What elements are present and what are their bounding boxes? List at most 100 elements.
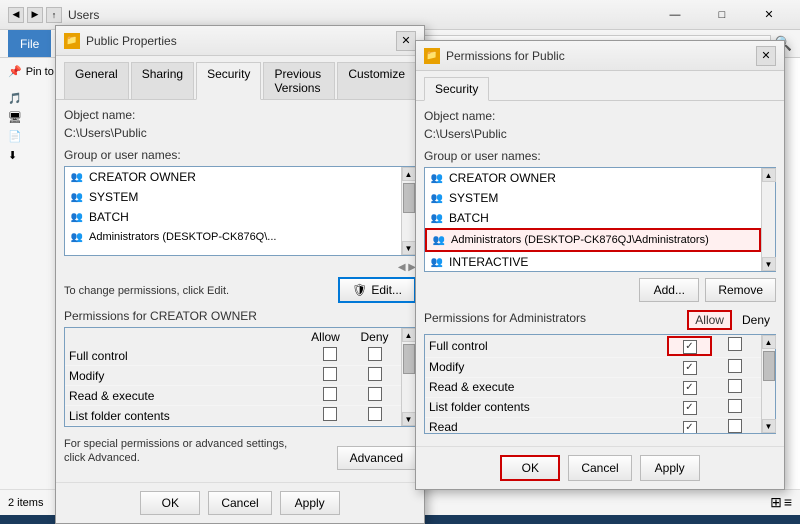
props-cancel-button[interactable]: Cancel: [208, 491, 271, 515]
props-user-item-0[interactable]: 👥 CREATOR OWNER: [65, 167, 401, 187]
tab-general[interactable]: General: [64, 62, 129, 99]
perm-for-admin-label: Permissions for Administrators: [424, 311, 687, 325]
listfolder-deny-check[interactable]: [368, 407, 382, 421]
readexec-allow-check[interactable]: [323, 387, 337, 401]
admin-perm-row-3: List folder contents: [425, 398, 761, 418]
user-icon-2: 👥: [69, 209, 85, 225]
props-user-list-scrollbar[interactable]: ▲ ▼: [401, 167, 415, 255]
perm-user-item-1[interactable]: 👥 SYSTEM: [425, 188, 761, 208]
perm-user-list-inner: 👥 CREATOR OWNER 👥 SYSTEM 👥 BATCH 👥 Admin…: [425, 168, 761, 271]
perm-perm-scroll-down[interactable]: ▼: [762, 419, 776, 433]
perm-user-scroll-track: [762, 182, 775, 257]
listfolder-allow-check[interactable]: [323, 407, 337, 421]
ribbon-tab-file[interactable]: File: [8, 30, 51, 57]
perm-user-item-2[interactable]: 👥 BATCH: [425, 208, 761, 228]
admin-fullcontrol-deny-check[interactable]: [728, 337, 742, 351]
perm-user-icon-0: 👥: [429, 170, 445, 186]
perm-apply-button[interactable]: Apply: [640, 455, 700, 481]
perm-cancel-button[interactable]: Cancel: [568, 455, 631, 481]
up-icon[interactable]: ↑: [46, 7, 62, 23]
props-dialog-titlebar: 📁 Public Properties ✕: [56, 26, 424, 56]
admin-perm-row-0: Full control: [425, 335, 761, 358]
scroll-up-arrow[interactable]: ▲: [402, 167, 416, 181]
user-icon-1: 👥: [69, 189, 85, 205]
perm-user-scroll-down[interactable]: ▼: [762, 257, 776, 271]
perm-scroll-thumb[interactable]: [403, 344, 415, 374]
deny-col-header: Deny: [352, 330, 397, 344]
perm-perm-scrollbar[interactable]: ▲ ▼: [761, 335, 775, 433]
perm-scroll-down[interactable]: ▼: [402, 412, 416, 426]
tab-previous-versions[interactable]: Previous Versions: [263, 62, 335, 99]
props-user-item-1[interactable]: 👥 SYSTEM: [65, 187, 401, 207]
perm-perm-scroll-thumb[interactable]: [763, 351, 775, 381]
close-button[interactable]: ✕: [746, 0, 792, 30]
admin-read-allow-check[interactable]: [683, 421, 697, 433]
perm-perm-scroll-up[interactable]: ▲: [762, 335, 776, 349]
perm-for-label: Permissions for CREATOR OWNER: [64, 309, 416, 323]
admin-read-deny-check[interactable]: [728, 419, 742, 433]
perm-user-icon-4: 👥: [429, 254, 445, 270]
admin-modify-deny-check[interactable]: [728, 359, 742, 373]
back-icon[interactable]: ◀: [8, 7, 24, 23]
tab-customize[interactable]: Customize: [337, 62, 416, 99]
add-button[interactable]: Add...: [639, 278, 699, 302]
perm-user-item-0[interactable]: 👥 CREATOR OWNER: [425, 168, 761, 188]
props-dialog-close[interactable]: ✕: [396, 31, 416, 51]
titlebar-icons: ◀ ▶ ↑: [8, 7, 62, 23]
perm-tab-security[interactable]: Security: [424, 77, 489, 101]
perm-user-item-4[interactable]: 👥 INTERACTIVE: [425, 252, 761, 271]
perm-dialog-title: Permissions for Public: [446, 49, 750, 63]
group-user-label: Group or user names:: [64, 148, 416, 162]
modify-allow-check[interactable]: [323, 367, 337, 381]
perm-dialog-icon: 📁: [424, 48, 440, 64]
perm-ok-button[interactable]: OK: [500, 455, 560, 481]
minimize-button[interactable]: —: [652, 0, 698, 30]
admin-readexec-deny-check[interactable]: [728, 379, 742, 393]
perm-user-scroll-up[interactable]: ▲: [762, 168, 776, 182]
user-icon-3: 👥: [69, 229, 85, 245]
props-ok-button[interactable]: OK: [140, 491, 200, 515]
forward-icon[interactable]: ▶: [27, 7, 43, 23]
window-controls: — □ ✕: [652, 0, 792, 30]
advanced-button[interactable]: Advanced: [337, 446, 416, 470]
view-icons[interactable]: ⊞ ≡: [770, 494, 792, 511]
fullcontrol-allow-check[interactable]: [323, 347, 337, 361]
admin-listfolder-deny-check[interactable]: [728, 399, 742, 413]
change-perm-text: To change permissions, click Edit.: [64, 285, 229, 297]
fullcontrol-deny-check[interactable]: [368, 347, 382, 361]
remove-button[interactable]: Remove: [705, 278, 776, 302]
modify-deny-check[interactable]: [368, 367, 382, 381]
perm-perm-table: Full control Modify: [424, 334, 776, 434]
admin-fullcontrol-allow-check[interactable]: [683, 340, 697, 354]
props-user-item-2[interactable]: 👥 BATCH: [65, 207, 401, 227]
admin-modify-allow-check[interactable]: [683, 361, 697, 375]
perm-perm-scroll-track: [762, 349, 775, 419]
perm-table-scrollbar[interactable]: ▲ ▼: [401, 328, 415, 426]
items-count: 2 items: [8, 497, 43, 509]
tab-sharing[interactable]: Sharing: [131, 62, 194, 99]
props-dialog: 📁 Public Properties ✕ General Sharing Se…: [55, 25, 425, 524]
edit-button[interactable]: 🛡 Edit...: [338, 277, 416, 303]
perm-user-icon-3: 👥: [431, 232, 447, 248]
admin-readexec-allow-check[interactable]: [683, 381, 697, 395]
tab-security[interactable]: Security: [196, 62, 261, 100]
props-user-item-3[interactable]: 👥 Administrators (DESKTOP-CK876Q\...: [65, 227, 401, 247]
perm-user-scrollbar[interactable]: ▲ ▼: [761, 168, 775, 271]
perm-user-item-3[interactable]: 👥 Administrators (DESKTOP-CK876QJ\Admini…: [425, 228, 761, 252]
docs-icon: 📄: [8, 130, 22, 143]
user-icon-0: 👥: [69, 169, 85, 185]
perm-scroll-up[interactable]: ▲: [402, 328, 416, 342]
admin-perm-row-2: Read & execute: [425, 378, 761, 398]
props-dialog-footer: OK Cancel Apply: [56, 482, 424, 523]
perm-dialog-content: Object name: C:\Users\Public Group or us…: [416, 101, 784, 442]
perm-dialog-close[interactable]: ✕: [756, 46, 776, 66]
admin-listfolder-allow-check[interactable]: [683, 401, 697, 415]
maximize-button[interactable]: □: [699, 0, 745, 30]
scroll-thumb[interactable]: [403, 183, 415, 213]
perm-dialog-tabs: Security: [416, 71, 784, 101]
perm-user-icon-2: 👥: [429, 210, 445, 226]
scroll-hint: ◀ ▶: [398, 262, 416, 273]
props-apply-button[interactable]: Apply: [280, 491, 340, 515]
scroll-down-arrow[interactable]: ▼: [402, 241, 416, 255]
readexec-deny-check[interactable]: [368, 387, 382, 401]
